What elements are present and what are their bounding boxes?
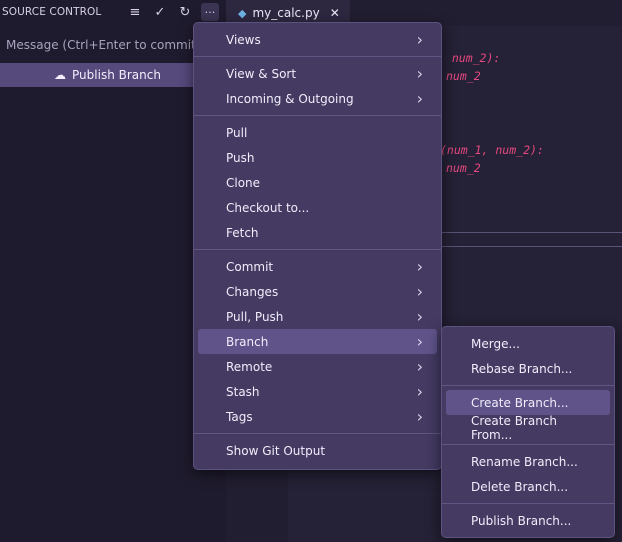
- menu-separator: [194, 56, 441, 57]
- menu-item-label: Fetch: [226, 225, 259, 240]
- menu-item-label: Show Git Output: [226, 443, 326, 458]
- menu-item-publish-branch[interactable]: Publish Branch...: [446, 508, 610, 533]
- menu-item-pull[interactable]: Pull: [198, 120, 437, 145]
- menu-item-label: Rename Branch...: [471, 454, 578, 469]
- menu-item-clone[interactable]: Clone: [198, 170, 437, 195]
- menu-item-stash[interactable]: Stash ›: [198, 379, 437, 404]
- code-line: (num_1, num_2):: [440, 143, 544, 157]
- menu-item-incoming-outgoing[interactable]: Incoming & Outgoing ›: [198, 86, 437, 111]
- menu-item-label: Pull, Push: [226, 309, 284, 324]
- menu-item-rename-branch[interactable]: Rename Branch...: [446, 449, 610, 474]
- publish-branch-label: Publish Branch: [72, 68, 161, 82]
- menu-item-rebase-branch[interactable]: Rebase Branch...: [446, 356, 610, 381]
- branch-submenu: Merge... Rebase Branch... Create Branch...…: [441, 326, 615, 538]
- chevron-right-icon: ›: [416, 282, 423, 301]
- tab-filename: my_calc.py: [252, 6, 320, 20]
- menu-item-label: Create Branch From...: [471, 413, 558, 442]
- menu-item-views[interactable]: Views ›: [198, 27, 437, 52]
- menu-item-label: Checkout to...: [226, 200, 310, 215]
- menu-item-push[interactable]: Push: [198, 145, 437, 170]
- menu-separator: [194, 433, 441, 434]
- menu-item-label: Rebase Branch...: [471, 361, 573, 376]
- menu-item-tags[interactable]: Tags ›: [198, 404, 437, 429]
- source-control-header: SOURCE CONTROL ≡ ✓ ↻ ···: [0, 0, 226, 24]
- chevron-right-icon: ›: [416, 332, 423, 351]
- scm-more-actions-menu: Views › View & Sort › Incoming & Outgoing › Pu…: [193, 22, 442, 470]
- menu-item-show-git-output[interactable]: Show Git Output: [198, 438, 437, 463]
- menu-item-checkout-to[interactable]: Checkout to...: [198, 195, 437, 220]
- menu-item-remote[interactable]: Remote ›: [198, 354, 437, 379]
- chevron-right-icon: ›: [416, 257, 423, 276]
- menu-separator: [194, 249, 441, 250]
- menu-separator: [442, 385, 614, 386]
- menu-item-label: Branch: [226, 334, 269, 349]
- menu-item-label: View & Sort: [226, 66, 297, 81]
- panel-title: SOURCE CONTROL: [2, 6, 102, 18]
- menu-separator: [442, 444, 614, 445]
- close-tab-icon[interactable]: ✕: [330, 6, 340, 20]
- code-line: , num_2):: [438, 51, 501, 65]
- chevron-right-icon: ›: [416, 89, 423, 108]
- menu-item-pull-push[interactable]: Pull, Push ›: [198, 304, 437, 329]
- chevron-right-icon: ›: [416, 382, 423, 401]
- menu-separator: [442, 503, 614, 504]
- refresh-icon[interactable]: ↻: [176, 3, 194, 21]
- menu-item-create-branch-from[interactable]: Create Branch From...: [446, 413, 610, 442]
- menu-item-delete-branch[interactable]: Delete Branch...: [446, 474, 610, 499]
- menu-item-label: Remote: [226, 359, 273, 374]
- menu-item-fetch[interactable]: Fetch: [198, 220, 437, 245]
- menu-item-label: Create Branch...: [471, 395, 569, 410]
- menu-item-changes[interactable]: Changes ›: [198, 279, 437, 304]
- view-as-list-icon[interactable]: ≡: [126, 3, 144, 21]
- code-line: num_2: [446, 161, 481, 175]
- menu-item-label: Pull: [226, 125, 248, 140]
- chevron-right-icon: ›: [416, 307, 423, 326]
- chevron-right-icon: ›: [416, 357, 423, 376]
- menu-item-create-branch[interactable]: Create Branch...: [446, 390, 610, 415]
- menu-item-label: Incoming & Outgoing: [226, 91, 354, 106]
- menu-item-label: Merge...: [471, 336, 520, 351]
- menu-item-label: Tags: [226, 409, 253, 424]
- python-file-icon: ◆: [238, 6, 247, 20]
- menu-item-label: Clone: [226, 175, 261, 190]
- menu-item-label: Publish Branch...: [471, 513, 572, 528]
- menu-item-view-sort[interactable]: View & Sort ›: [198, 61, 437, 86]
- menu-item-label: Changes: [226, 284, 279, 299]
- publish-branch-button[interactable]: ☁ Publish Branch: [0, 63, 215, 87]
- chevron-right-icon: ›: [416, 407, 423, 426]
- cloud-upload-icon: ☁: [54, 68, 67, 82]
- chevron-right-icon: ›: [416, 30, 423, 49]
- code-line: num_2: [446, 69, 481, 83]
- menu-item-commit[interactable]: Commit ›: [198, 254, 437, 279]
- menu-item-branch[interactable]: Branch ›: [198, 329, 437, 354]
- menu-item-merge[interactable]: Merge...: [446, 331, 610, 356]
- menu-item-label: Delete Branch...: [471, 479, 569, 494]
- menu-item-label: Push: [226, 150, 255, 165]
- commit-check-icon[interactable]: ✓: [151, 3, 169, 21]
- more-actions-icon[interactable]: ···: [201, 3, 219, 21]
- chevron-right-icon: ›: [416, 64, 423, 83]
- menu-separator: [194, 115, 441, 116]
- menu-item-label: Stash: [226, 384, 260, 399]
- menu-item-label: Commit: [226, 259, 274, 274]
- menu-item-label: Views: [226, 32, 261, 47]
